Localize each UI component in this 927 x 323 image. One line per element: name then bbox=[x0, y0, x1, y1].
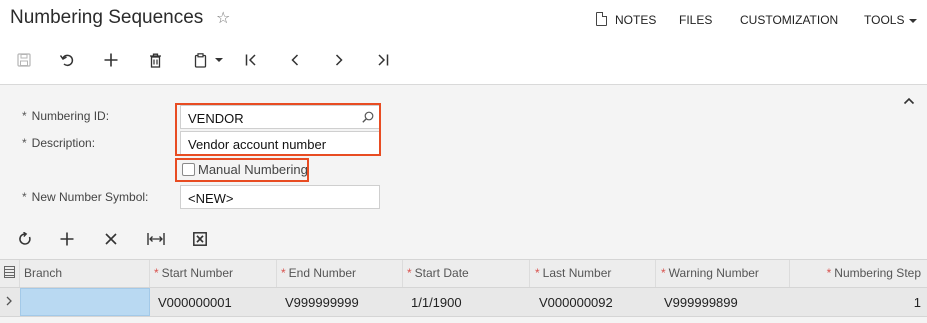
add-button[interactable] bbox=[101, 46, 121, 74]
close-icon bbox=[105, 233, 117, 245]
grid-header: Branch * Start Number * End Number * Start … bbox=[0, 259, 927, 288]
chevron-right-icon bbox=[335, 54, 343, 66]
refresh-button[interactable] bbox=[15, 228, 35, 250]
add-row-button[interactable] bbox=[57, 228, 77, 250]
cell-warning-number[interactable]: V999999899 bbox=[664, 288, 738, 316]
column-header-branch[interactable]: Branch bbox=[20, 260, 150, 287]
star-icon[interactable]: ☆ bbox=[216, 8, 230, 28]
undo-icon bbox=[59, 54, 74, 67]
undo-button[interactable] bbox=[57, 46, 77, 74]
plus-icon bbox=[60, 232, 74, 246]
chevron-down-icon bbox=[214, 58, 223, 62]
column-header-numbering-step[interactable]: * Numbering Step bbox=[790, 260, 927, 287]
row-selector-icon bbox=[6, 296, 12, 306]
first-record-button[interactable] bbox=[241, 46, 261, 74]
new-number-symbol-label: * New Number Symbol: bbox=[22, 190, 149, 204]
excel-icon bbox=[193, 232, 207, 246]
column-header-start-date[interactable]: * Start Date bbox=[403, 260, 530, 287]
chevron-up-icon bbox=[903, 97, 915, 105]
page-title: Numbering Sequences bbox=[10, 7, 204, 28]
customization-button[interactable]: CUSTOMIZATION bbox=[740, 13, 838, 27]
column-header-end-number[interactable]: * End Number bbox=[277, 260, 403, 287]
main-toolbar bbox=[0, 46, 927, 74]
highlight-box bbox=[175, 158, 309, 182]
copy-paste-button[interactable] bbox=[189, 46, 227, 74]
next-record-button[interactable] bbox=[329, 46, 349, 74]
column-header-warning-number[interactable]: * Warning Number bbox=[656, 260, 790, 287]
column-settings-button[interactable] bbox=[0, 260, 20, 287]
save-button[interactable] bbox=[14, 46, 34, 74]
last-record-button[interactable] bbox=[373, 46, 393, 74]
export-excel-button[interactable] bbox=[190, 228, 210, 250]
plus-icon bbox=[104, 53, 118, 67]
cell-start-number[interactable]: V000000001 bbox=[158, 288, 232, 316]
save-icon bbox=[17, 53, 31, 67]
column-header-last-number[interactable]: * Last Number bbox=[530, 260, 656, 287]
highlight-box bbox=[175, 103, 381, 156]
grid-toolbar bbox=[0, 228, 300, 250]
notes-button[interactable]: NOTES bbox=[596, 12, 656, 27]
clipboard-icon bbox=[194, 52, 206, 68]
refresh-icon bbox=[19, 232, 31, 245]
chevron-down-icon bbox=[909, 18, 918, 23]
notes-icon bbox=[596, 12, 607, 26]
table-row[interactable]: V000000001 V999999999 1/1/1900 V00000009… bbox=[0, 288, 927, 317]
trash-icon bbox=[149, 53, 161, 68]
first-icon bbox=[245, 54, 256, 66]
cell-last-number[interactable]: V000000092 bbox=[539, 288, 613, 316]
cell-numbering-step[interactable]: 1 bbox=[790, 288, 921, 316]
fit-width-icon bbox=[147, 233, 165, 245]
cell-branch[interactable] bbox=[20, 288, 150, 316]
last-icon bbox=[378, 54, 389, 66]
description-label: * Description: bbox=[22, 136, 96, 150]
column-header-start-number[interactable]: * Start Number bbox=[150, 260, 277, 287]
cell-start-date[interactable]: 1/1/1900 bbox=[411, 288, 462, 316]
tools-button[interactable]: TOOLS bbox=[864, 13, 918, 27]
delete-row-button[interactable] bbox=[101, 228, 121, 250]
collapse-button[interactable] bbox=[903, 93, 915, 108]
fit-columns-button[interactable] bbox=[145, 228, 167, 250]
previous-record-button[interactable] bbox=[285, 46, 305, 74]
new-number-symbol-field[interactable]: <NEW> bbox=[180, 185, 380, 209]
delete-button[interactable] bbox=[145, 46, 165, 74]
numbering-id-label: * Numbering ID: bbox=[22, 109, 110, 123]
chevron-left-icon bbox=[291, 54, 299, 66]
cell-end-number[interactable]: V999999999 bbox=[285, 288, 359, 316]
files-button[interactable]: FILES bbox=[679, 13, 712, 27]
grid-settings-icon bbox=[4, 266, 15, 278]
